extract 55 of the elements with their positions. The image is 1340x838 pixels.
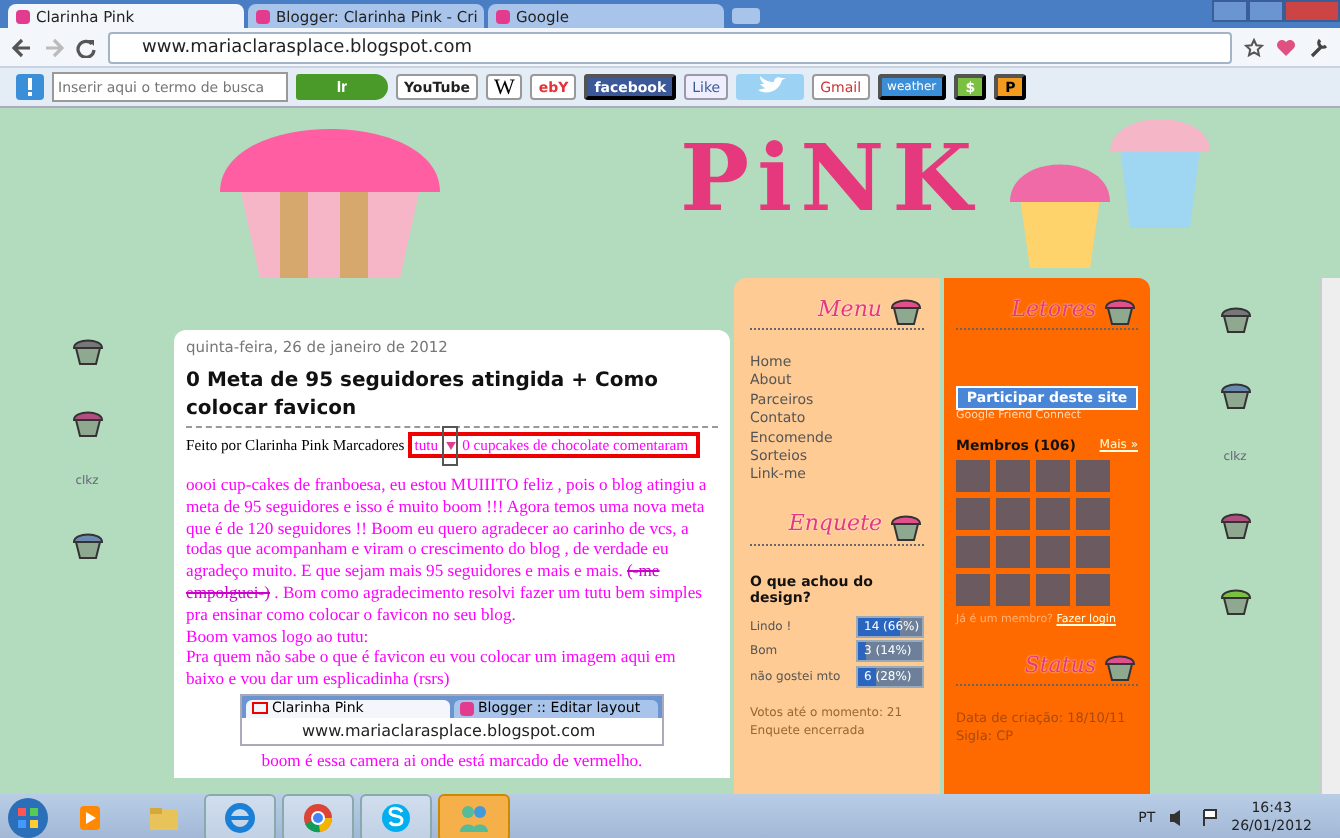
post-paragraph: Pra quem não sabe o que é favicon eu vou colocar um imagem aqui em baixo e vou dar um esplicadinha (rsrs) — [186, 646, 678, 690]
avatar-placeholder[interactable] — [996, 574, 1030, 606]
close-button[interactable] — [1284, 0, 1340, 22]
avatar-placeholder[interactable] — [1076, 536, 1110, 568]
folder-icon — [148, 802, 180, 834]
forward-icon[interactable] — [44, 37, 64, 57]
wrench-icon[interactable] — [1308, 37, 1328, 57]
start-button[interactable] — [6, 796, 50, 838]
star-icon[interactable] — [1244, 37, 1264, 57]
avatar-placeholder[interactable] — [956, 460, 990, 492]
avatar-placeholder[interactable] — [996, 498, 1030, 530]
minimize-button[interactable] — [1212, 0, 1248, 22]
address-field[interactable]: www.mariaclarasplace.blogspot.com — [108, 31, 1232, 63]
media-player-icon — [74, 802, 106, 834]
avatar-placeholder[interactable] — [956, 498, 990, 530]
avatar-placeholder[interactable] — [1036, 536, 1070, 568]
avatar-placeholder[interactable] — [956, 536, 990, 568]
post-paragraph: oooi cup-cakes de franboesa, eu estou MUIIITO feliz , pois o blog atingiu a meta de 95 seguidores e isso é muito boom !!! Agora temos uma nova meta que é de 120 seguidores !! Boom eu quero agradecer ao carinho de vcs, a todas que acompanham e viram o crescimento do blog , de verdade eu agradeço muito. E que sejam mais 95 seguidores e mais e mais. (-me empolguei-) . Bom como agradecimento resolvi fazer um tutu bem simples pra ensinar como colocar o favicon no seu blog. — [186, 474, 709, 626]
reload-icon[interactable] — [76, 37, 96, 57]
caret-icon — [445, 441, 456, 449]
browser-e-icon — [224, 802, 256, 834]
scrollbar[interactable] — [1320, 278, 1340, 794]
back-icon[interactable] — [12, 37, 32, 57]
section-heading: Menu — [818, 295, 882, 321]
image-caption: boom é essa camera ai onde está marcado de vermelho. — [259, 749, 645, 770]
taskbar-app[interactable] — [282, 794, 354, 838]
new-tab-button[interactable] — [732, 8, 760, 24]
go-button[interactable]: Ir — [296, 74, 388, 100]
people-icon — [458, 802, 490, 834]
avatar-placeholder[interactable] — [1036, 574, 1070, 606]
post-paragraph: Boom vamos logo ao tutu: — [186, 625, 371, 647]
heart-icon[interactable] — [1276, 37, 1296, 57]
avatar-placeholder[interactable] — [1076, 498, 1110, 530]
section-heading: Status — [1024, 651, 1096, 677]
toolbar-button[interactable]: W — [485, 74, 523, 100]
blog-title: PiNK — [680, 124, 981, 232]
flag-icon[interactable] — [1199, 808, 1220, 828]
avatar-placeholder[interactable] — [1076, 460, 1110, 492]
taskbar-app[interactable] — [204, 794, 276, 838]
section-heading: Letores — [1011, 295, 1096, 321]
section-heading: Enquete — [788, 510, 882, 537]
browser-ball-icon — [302, 802, 334, 834]
post-title[interactable]: 0 Meta de 95 seguidores atingida + Como colocar favicon — [186, 368, 718, 424]
avatar-placeholder[interactable] — [956, 574, 990, 606]
alert-icon[interactable] — [16, 74, 44, 100]
taskbar-app[interactable] — [438, 794, 510, 838]
avatar-placeholder[interactable] — [996, 536, 1030, 568]
avatar-placeholder[interactable] — [1036, 460, 1070, 492]
bird-icon[interactable] — [736, 74, 805, 100]
avatar-placeholder[interactable] — [1036, 498, 1070, 530]
maximize-button[interactable] — [1248, 0, 1284, 22]
chat-s-icon — [380, 802, 412, 834]
avatar-placeholder[interactable] — [1076, 574, 1110, 606]
taskbar-app[interactable] — [360, 794, 432, 838]
avatar-placeholder[interactable] — [996, 460, 1030, 492]
